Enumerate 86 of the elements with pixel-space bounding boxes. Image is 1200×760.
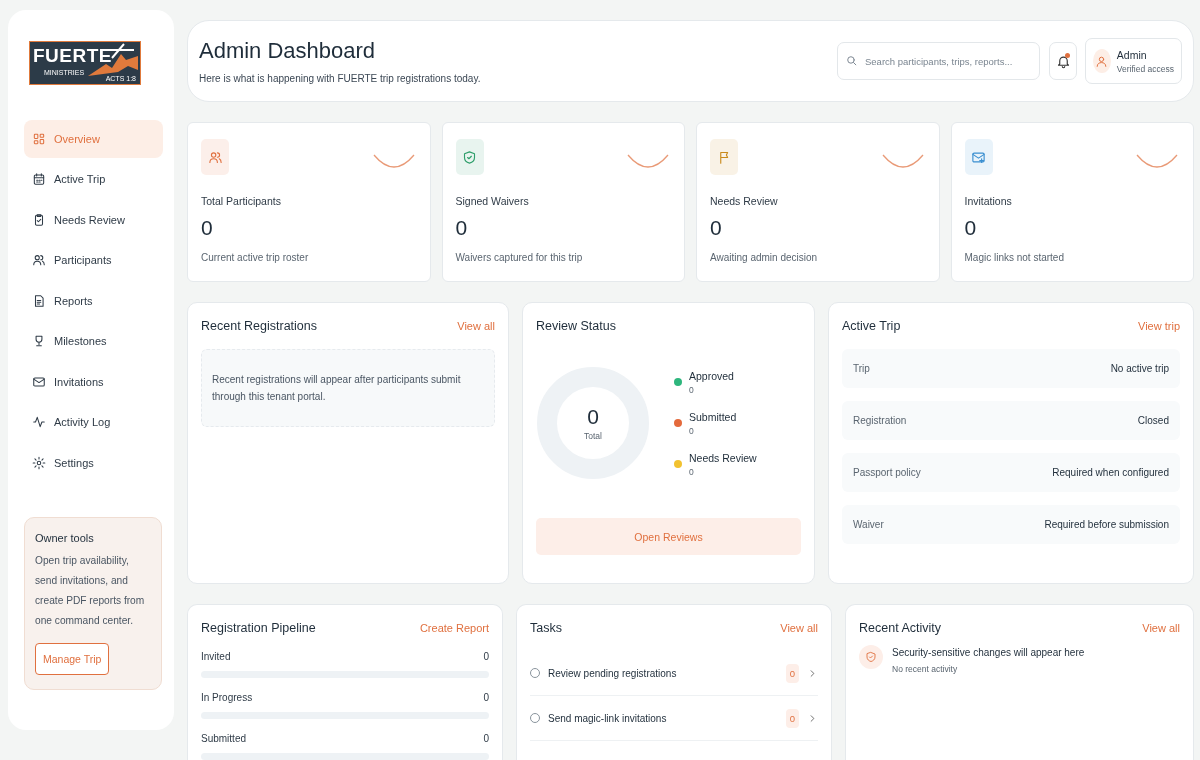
- legend-label: Approved: [689, 369, 734, 382]
- envelope-icon: [971, 149, 986, 165]
- nav-item[interactable]: Settings: [24, 444, 163, 482]
- stat-value: 0: [455, 216, 469, 240]
- detail-label: Passport policy: [853, 467, 921, 478]
- total-value: 0: [586, 405, 600, 429]
- stage-count: 0: [483, 651, 489, 662]
- nav-item[interactable]: Participants: [24, 241, 163, 279]
- user-name: Admin: [1116, 48, 1148, 61]
- task-label: Review pending registrations: [548, 667, 678, 679]
- legend-count: 0: [689, 466, 695, 477]
- clipboard-icon: [32, 212, 46, 227]
- notifications-button[interactable]: [1049, 42, 1077, 80]
- detail-label: Registration: [853, 415, 907, 426]
- envelope-icon: [32, 374, 46, 389]
- decorative-arc: [880, 153, 925, 171]
- stage-label: Invited: [201, 651, 231, 662]
- decorative-arc: [626, 153, 670, 171]
- detail-label: Trip: [853, 363, 870, 374]
- legend-count: 0: [689, 425, 695, 436]
- legend-label: Needs Review: [689, 451, 757, 464]
- activity-subtitle: No recent activity: [892, 664, 959, 674]
- task-row[interactable]: Review pending registrations 0: [530, 651, 818, 696]
- settings-icon: [32, 455, 46, 470]
- shield-icon: [865, 651, 877, 663]
- card-title: Recent Registrations: [201, 319, 318, 333]
- shield-icon: [462, 149, 477, 165]
- owner-tools-title: Owner tools: [35, 531, 95, 544]
- task-row[interactable]: Send magic-link invitations 0: [530, 696, 818, 741]
- stat-note: Awaiting admin decision: [710, 252, 819, 263]
- detail-value: No active trip: [1110, 363, 1169, 374]
- decorative-arc: [1135, 153, 1179, 171]
- card-title: Review Status: [536, 319, 616, 333]
- card-title: Tasks: [530, 621, 562, 635]
- trophy-icon: [32, 334, 46, 349]
- nav-item[interactable]: Activity Log: [24, 403, 163, 441]
- stage-label: In Progress: [201, 692, 253, 703]
- bell-icon: [1055, 53, 1071, 69]
- empty-state-message: Recent registrations will appear after participants submit through this tenant portal.: [201, 349, 495, 427]
- task-count: 0: [785, 663, 799, 683]
- stat-note: Waivers captured for this trip: [455, 252, 584, 263]
- stage-count: 0: [483, 733, 489, 744]
- nav-item[interactable]: Milestones: [24, 322, 163, 360]
- stat-value: 0: [201, 216, 214, 240]
- user-icon: [1095, 54, 1109, 68]
- owner-tools-text: Open trip availability, send invitations, and create PDF reports from one command center.: [35, 553, 146, 628]
- nav-item[interactable]: Needs Review: [24, 201, 163, 239]
- detail-label: Waiver: [853, 519, 884, 530]
- stat-value: 0: [710, 216, 723, 240]
- user-role: Verified access: [1116, 63, 1174, 74]
- users-icon: [207, 149, 223, 165]
- grid-icon: [32, 131, 46, 146]
- task-count: 0: [785, 708, 799, 728]
- task-label: Send magic-link invitations: [548, 712, 668, 724]
- page-subtitle: Here is what is happening with FUERTE trip registrations today.: [199, 73, 482, 84]
- search-field[interactable]: Search participants, trips, reports...: [837, 42, 1040, 80]
- detail-value: Required before submission: [1044, 519, 1169, 530]
- legend-label: Submitted: [689, 410, 737, 423]
- card-title: Recent Activity: [859, 621, 941, 635]
- stat-note: Current active trip roster: [201, 252, 310, 263]
- stat-note: Magic links not started: [964, 252, 1065, 263]
- stat-value: 0: [964, 216, 978, 240]
- stage-count: 0: [483, 692, 489, 703]
- user-menu[interactable]: Admin Verified access: [1085, 38, 1182, 84]
- card-title: Active Trip: [842, 319, 901, 333]
- nav-item[interactable]: Active Trip: [24, 160, 163, 198]
- stat-label: Signed Waivers: [455, 195, 530, 207]
- calendar-icon: [32, 172, 46, 187]
- stage-label: Submitted: [201, 733, 247, 744]
- search-icon: [845, 54, 858, 67]
- legend-count: 0: [689, 384, 695, 395]
- page-title: Admin Dashboard: [199, 38, 377, 64]
- document-icon: [32, 293, 46, 308]
- decorative-arc: [371, 153, 416, 171]
- pulse-icon: [32, 415, 46, 430]
- stat-label: Invitations: [964, 195, 1013, 207]
- nav-item[interactable]: Invitations: [24, 363, 163, 401]
- activity-title: Security-sensitive changes will appear here: [892, 647, 1085, 658]
- users-icon: [32, 253, 46, 268]
- detail-value: Closed: [1137, 415, 1169, 426]
- total-label: Total: [584, 431, 602, 441]
- detail-value: Required when configured: [1052, 467, 1169, 478]
- card-title: Registration Pipeline: [201, 621, 316, 635]
- stat-label: Needs Review: [710, 195, 779, 207]
- stat-label: Total Participants: [201, 195, 282, 207]
- nav-item[interactable]: Reports: [24, 282, 163, 320]
